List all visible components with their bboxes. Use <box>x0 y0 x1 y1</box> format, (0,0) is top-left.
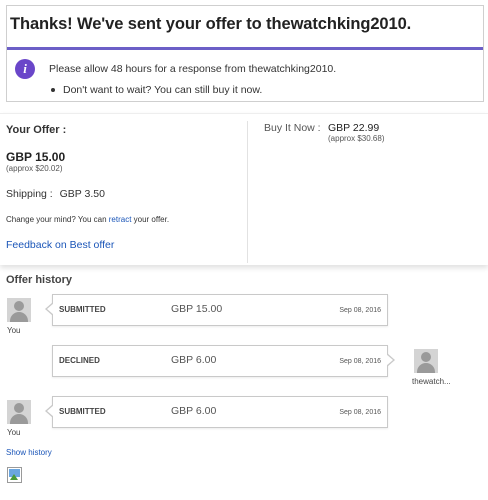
history-status: DECLINED <box>59 356 100 365</box>
history-date: Sep 08, 2016 <box>339 358 381 365</box>
avatar-label: You <box>7 326 21 335</box>
shipping-label: Shipping : <box>6 188 53 200</box>
confirmation-card: Thanks! We've sent your offer to thewatc… <box>6 5 484 102</box>
buy-it-now-label: Buy It Now : <box>264 122 321 134</box>
change-mind-suffix: your offer. <box>131 215 170 224</box>
buy-it-now-price: GBP 22.99 <box>328 122 380 134</box>
shipping-value: GBP 3.50 <box>59 188 105 200</box>
history-entry: SUBMITTED GBP 6.00 Sep 08, 2016 <box>45 396 388 428</box>
offer-approx-price: (approx $20.02) <box>6 164 63 173</box>
avatar-icon <box>7 298 31 322</box>
buy-now-hint: Don't want to wait? You can still buy it… <box>63 84 263 96</box>
buy-it-now-approx-price: (approx $30.68) <box>328 134 385 143</box>
bullet-row: Don't want to wait? You can still buy it… <box>41 84 262 96</box>
confirmation-header: Thanks! We've sent your offer to thewatc… <box>7 6 483 50</box>
info-text: Please allow 48 hours for a response fro… <box>49 63 337 75</box>
history-amount: GBP 6.00 <box>171 354 217 366</box>
history-status: SUBMITTED <box>59 407 106 416</box>
history-date: Sep 08, 2016 <box>339 409 381 416</box>
broken-image-icon <box>7 467 22 483</box>
history-entry: DECLINED GBP 6.00 Sep 08, 2016 <box>52 345 395 377</box>
shipping-row: Shipping : GBP 3.50 <box>6 188 105 200</box>
panel-divider <box>247 121 248 263</box>
show-history-link[interactable]: Show history <box>6 448 52 457</box>
avatar-icon <box>7 400 31 424</box>
offer-price: GBP 15.00 <box>6 150 66 164</box>
info-icon: i <box>15 59 35 79</box>
confirmation-title: Thanks! We've sent your offer to thewatc… <box>10 15 412 33</box>
retract-link[interactable]: retract <box>109 215 132 224</box>
history-amount: GBP 15.00 <box>171 303 223 315</box>
info-row: i Please allow 48 hours for a response f… <box>15 59 336 79</box>
offer-history-title: Offer history <box>6 274 73 286</box>
feedback-link[interactable]: Feedback on Best offer <box>6 239 114 251</box>
avatar-label: You <box>7 428 21 437</box>
history-status: SUBMITTED <box>59 305 106 314</box>
your-offer-label: Your Offer : <box>6 124 67 136</box>
avatar-label: thewatch... <box>412 377 451 386</box>
change-mind-prefix: Change your mind? You can <box>6 215 109 224</box>
offer-details-panel: Your Offer : GBP 15.00 (approx $20.02) S… <box>0 113 488 265</box>
history-entry: SUBMITTED GBP 15.00 Sep 08, 2016 <box>45 294 388 326</box>
bullet-dot <box>51 88 55 92</box>
history-amount: GBP 6.00 <box>171 405 217 417</box>
avatar-icon <box>414 349 438 373</box>
history-date: Sep 08, 2016 <box>339 307 381 314</box>
change-mind-text: Change your mind? You can retract your o… <box>6 215 169 224</box>
